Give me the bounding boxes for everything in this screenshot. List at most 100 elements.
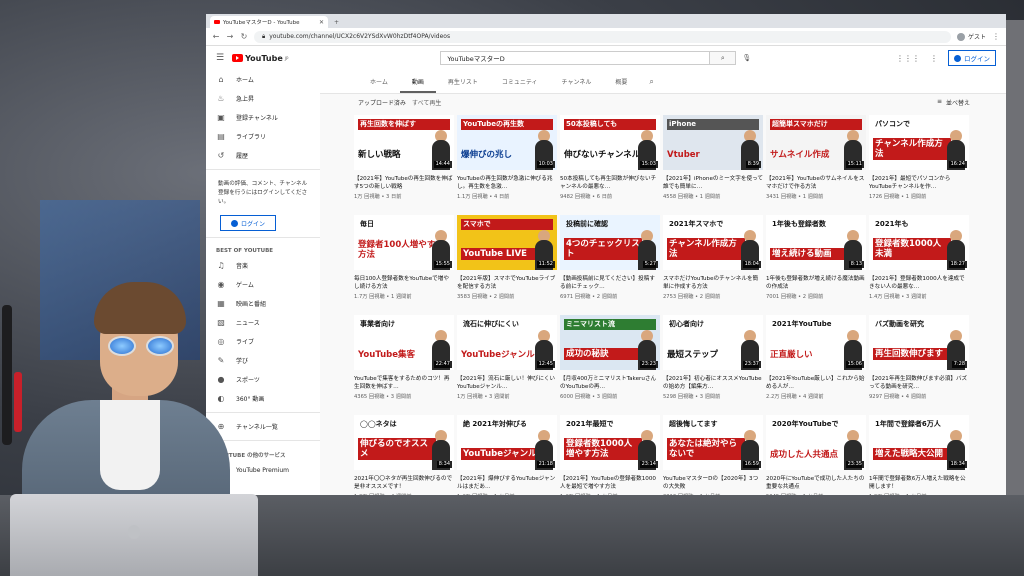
uploads-label[interactable]: アップロード済み xyxy=(358,98,406,107)
tab-0[interactable]: ホーム xyxy=(358,77,400,93)
video-thumbnail[interactable]: 2020年YouTubeで 成功した人共通点 23:35 xyxy=(766,415,866,470)
video-card[interactable]: ミニマリスト流 成功の秘訣 23:23 【月収400万ミニマリストTakeruさんのY… xyxy=(560,315,660,411)
video-title[interactable]: 50本投稿しても再生回数が伸びないチャンネルの最悪な… xyxy=(560,175,660,191)
tab-1[interactable]: 動画 xyxy=(399,77,436,93)
video-thumbnail[interactable]: 投稿前に確認 4つのチェックリスト 5:27 xyxy=(560,215,660,270)
video-thumbnail[interactable]: 1年間で登録者6万人 増えた戦略大公開 18:34 xyxy=(869,415,969,470)
video-thumbnail[interactable]: スマホで YouTube LIVE 11:52 xyxy=(457,215,557,270)
video-thumbnail[interactable]: 2021年スマホで チャンネル作成方法 18:04 xyxy=(663,215,763,270)
video-thumbnail[interactable]: 事業者向け YouTube集客 22:47 xyxy=(354,315,454,370)
new-tab-icon[interactable]: + xyxy=(334,19,339,26)
channel-search-icon[interactable]: ⌕ xyxy=(639,77,663,93)
video-card[interactable]: 2020年YouTubeで 成功した人共通点 23:35 2020年にYouTubeで… xyxy=(766,415,866,495)
video-title[interactable]: 【2021年】iPhoneのミー文字を使って誰でも簡単に… xyxy=(663,175,763,191)
video-thumbnail[interactable]: YouTubeの再生数 爆伸びの兆し 10:03 xyxy=(457,115,557,170)
back-icon[interactable]: ← xyxy=(212,32,220,41)
sidebar-item-subscriptions[interactable]: ▣ 登録チャンネル xyxy=(206,108,320,127)
video-thumbnail[interactable]: 2021年も 登録者数1000人未満 18:27 xyxy=(869,215,969,270)
video-title[interactable]: スマホだけYouTubeのチャンネルを簡単に作成する方法 xyxy=(663,275,763,291)
video-title[interactable]: 【2021年】登録者数1000人を達成できない人の最悪な… xyxy=(869,275,969,291)
tab-3[interactable]: コミュニティ xyxy=(490,77,550,93)
sidebar-item-library[interactable]: ▤ ライブラリ xyxy=(206,127,320,146)
video-title[interactable]: 【2021年】爆伸びするYouTubeジャンルはまだあ… xyxy=(457,475,557,491)
video-title[interactable]: 【2021年】YouTubeのサムネイルをスマホだけで作る方法 xyxy=(766,175,866,191)
video-thumbnail[interactable]: 流石に伸びにくい YouTubeジャンル 12:45 xyxy=(457,315,557,370)
tab-5[interactable]: 概要 xyxy=(603,77,639,93)
video-title[interactable]: 1年間で登録者数6万人増えた戦略を公開します！ xyxy=(869,475,969,491)
video-title[interactable]: 【2021年】YouTubeの登録者数1000人を最短で増やす方法 xyxy=(560,475,660,491)
video-card[interactable]: バズ動画を研究 再生回数伸びます 7:28 【2021年再生回数伸びます必須】バズって… xyxy=(869,315,969,411)
video-card[interactable]: パソコンで チャンネル作成方法 16:24 【2021年】最短でパソコンからYouTu… xyxy=(869,115,969,211)
video-card[interactable]: ◯◯ネタは 伸びるのでオススメ 8:34 2021年〇〇ネタが再生回数伸びるので是非オ… xyxy=(354,415,454,495)
microphone-icon[interactable]: 🎙︎ xyxy=(742,54,751,62)
video-thumbnail[interactable]: 超後悔してます あなたは絶対やらないで 16:59 xyxy=(663,415,763,470)
forward-icon[interactable]: → xyxy=(226,32,234,41)
video-title[interactable]: 2020年にYouTubeで成功した人たちの重要な共通点 xyxy=(766,475,866,491)
video-card[interactable]: 事業者向け YouTube集客 22:47 YouTubeで集客をするためのコツ！再生… xyxy=(354,315,454,411)
browser-menu-icon[interactable]: ⋮ xyxy=(992,32,1000,41)
sidebar-item-flame[interactable]: ♨ 急上昇 xyxy=(206,89,320,108)
video-thumbnail[interactable]: ミニマリスト流 成功の秘訣 23:23 xyxy=(560,315,660,370)
search-input[interactable]: YouTubeマスターD xyxy=(440,51,711,65)
video-card[interactable]: 2021年最短で 登録者数1000人増やす方法 23:14 【2021年】YouTub… xyxy=(560,415,660,495)
apps-grid-icon[interactable]: ⋮⋮⋮ xyxy=(896,54,920,63)
video-thumbnail[interactable]: ◯◯ネタは 伸びるのでオススメ 8:34 xyxy=(354,415,454,470)
video-title[interactable]: 【2021年YouTube厳しい】これから始める人が… xyxy=(766,375,866,391)
video-thumbnail[interactable]: 初心者向け 最短ステップ 23:37 xyxy=(663,315,763,370)
video-title[interactable]: 【2021年】YouTubeの再生回数を伸ばす5つの新しい戦略 xyxy=(354,175,454,191)
video-card[interactable]: 1年後も登録者数 増え続ける動画 8:13 1年後も登録者数が増え続ける魔法動画の作成… xyxy=(766,215,866,311)
tab-4[interactable]: チャンネル xyxy=(550,77,604,93)
tab-2[interactable]: 再生リスト xyxy=(436,77,490,93)
video-card[interactable]: 投稿前に確認 4つのチェックリスト 5:27 【動画投稿前に見てください】投稿する前に… xyxy=(560,215,660,311)
settings-dots-icon[interactable]: ⋮ xyxy=(930,54,938,63)
video-thumbnail[interactable]: 1年後も登録者数 増え続ける動画 8:13 xyxy=(766,215,866,270)
close-icon[interactable]: ✕ xyxy=(319,19,324,26)
video-title[interactable]: 毎日100人登録者数をYouTubeで増やし続ける方法 xyxy=(354,275,454,291)
profile-button[interactable]: ゲスト xyxy=(956,32,986,41)
video-thumbnail[interactable]: 50本投稿しても 伸びないチャンネル 15:03 xyxy=(560,115,660,170)
video-card[interactable]: 2021年YouTube 正直厳しい 15:06 【2021年YouTube厳しい】こ… xyxy=(766,315,866,411)
video-thumbnail[interactable]: 2021年最短で 登録者数1000人増やす方法 23:14 xyxy=(560,415,660,470)
browser-tab[interactable]: YouTubeマスターD - YouTube ✕ xyxy=(210,16,328,28)
sidebar-item-history[interactable]: ↺ 履歴 xyxy=(206,146,320,165)
video-title[interactable]: 【動画投稿前に見てください】投稿する前にチェック… xyxy=(560,275,660,291)
video-title[interactable]: 【月収400万ミニマリストTakeruさんのYouTubeの再… xyxy=(560,375,660,391)
video-card[interactable]: 2021年も 登録者数1000人未満 18:27 【2021年】登録者数1000人を達… xyxy=(869,215,969,311)
video-card[interactable]: 絶 2021年対伸びる YouTubeジャンル 21:18 【2021年】爆伸びするY… xyxy=(457,415,557,495)
video-card[interactable]: 超簡単スマホだけ サムネイル作成 15:11 【2021年】YouTubeのサムネイル… xyxy=(766,115,866,211)
video-thumbnail[interactable]: 再生回数を伸ばす 新しい戦略 14:44 xyxy=(354,115,454,170)
hamburger-menu-icon[interactable]: ☰ xyxy=(216,53,224,63)
video-title[interactable]: 【2021年】最短でパソコンからYouTubeチャンネルを作… xyxy=(869,175,969,191)
video-thumbnail[interactable]: 2021年YouTube 正直厳しい 15:06 xyxy=(766,315,866,370)
video-card[interactable]: 流石に伸びにくい YouTubeジャンル 12:45 【2021年】流石に厳しい！伸び… xyxy=(457,315,557,411)
video-thumbnail[interactable]: バズ動画を研究 再生回数伸びます 7:28 xyxy=(869,315,969,370)
video-card[interactable]: 超後悔してます あなたは絶対やらないで 16:59 YouTubeマスターDの【202… xyxy=(663,415,763,495)
video-thumbnail[interactable]: 毎日 登録者100人増やす方法 15:55 xyxy=(354,215,454,270)
video-title[interactable]: 【2021年】流石に厳しい！伸びにくいYouTubeジャンル… xyxy=(457,375,557,391)
video-title[interactable]: 1年後も登録者数が増え続ける魔法動画の作成法 xyxy=(766,275,866,291)
video-thumbnail[interactable]: iPhone Vtuber 8:39 xyxy=(663,115,763,170)
video-thumbnail[interactable]: 超簡単スマホだけ サムネイル作成 15:11 xyxy=(766,115,866,170)
video-title[interactable]: 2021年〇〇ネタが再生回数伸びるので是非オススメです！ xyxy=(354,475,454,491)
url-field[interactable]: 🔒︎ youtube.com/channel/UCX2c6V2YSdXvW0hz… xyxy=(254,30,951,43)
sort-button[interactable]: ≡ 並べ替え xyxy=(937,98,970,107)
video-card[interactable]: スマホで YouTube LIVE 11:52 【2021年版】スマホでYouTube… xyxy=(457,215,557,311)
video-title[interactable]: 【2021年版】スマホでYouTubeライブを配信する方法 xyxy=(457,275,557,291)
video-card[interactable]: YouTubeの再生数 爆伸びの兆し 10:03 YouTubeの再生回数が急激に伸び… xyxy=(457,115,557,211)
video-title[interactable]: 【2021年再生回数伸びます必須】バズってる動画を研究… xyxy=(869,375,969,391)
reload-icon[interactable]: ↻ xyxy=(240,32,248,41)
search-button[interactable]: ⌕ xyxy=(710,51,737,65)
video-thumbnail[interactable]: パソコンで チャンネル作成方法 16:24 xyxy=(869,115,969,170)
sidebar-login-button[interactable]: ログイン xyxy=(220,215,276,231)
video-card[interactable]: 1年間で登録者6万人 増えた戦略大公開 18:34 1年間で登録者数6万人増えた戦略を… xyxy=(869,415,969,495)
video-title[interactable]: 【2021年】初心者にオススメYouTubeの始め方【編集方… xyxy=(663,375,763,391)
login-button[interactable]: ログイン xyxy=(948,50,996,66)
play-all-link[interactable]: すべて再生 xyxy=(412,98,441,107)
video-title[interactable]: YouTubeマスターDの【2020年】3つの大失敗 xyxy=(663,475,763,491)
video-card[interactable]: 50本投稿しても 伸びないチャンネル 15:03 50本投稿しても再生回数が伸びないチ… xyxy=(560,115,660,211)
video-card[interactable]: 初心者向け 最短ステップ 23:37 【2021年】初心者にオススメYouTubeの始… xyxy=(663,315,763,411)
sidebar-item-home[interactable]: ⌂ ホーム xyxy=(206,70,320,89)
video-card[interactable]: 再生回数を伸ばす 新しい戦略 14:44 【2021年】YouTubeの再生回数を伸ば… xyxy=(354,115,454,211)
video-card[interactable]: iPhone Vtuber 8:39 【2021年】iPhoneのミー文字を使って誰で… xyxy=(663,115,763,211)
video-card[interactable]: 2021年スマホで チャンネル作成方法 18:04 スマホだけYouTubeのチャンネ… xyxy=(663,215,763,311)
